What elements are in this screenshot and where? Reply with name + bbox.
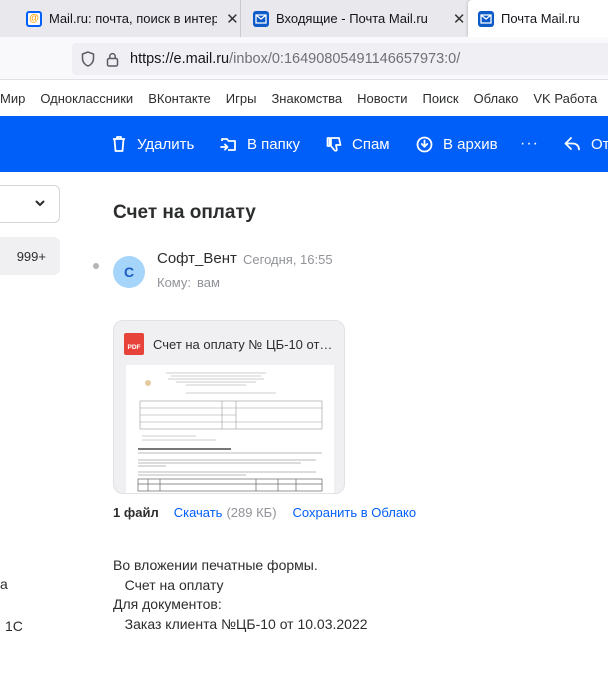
to-label: Кому:	[157, 275, 191, 290]
browser-tab-inbox[interactable]: Входящие - Почта Mail.ru ✕	[240, 0, 467, 37]
tab-title: Mail.ru: почта, поиск в интерне	[49, 11, 217, 26]
avatar[interactable]: С	[113, 256, 145, 288]
inbox-folder-item[interactable]: 999+	[0, 237, 60, 275]
lock-icon[interactable]	[104, 51, 120, 67]
portal-link-news[interactable]: Новости	[357, 91, 407, 106]
close-icon[interactable]: ✕	[451, 10, 467, 28]
folder-select[interactable]	[0, 185, 60, 223]
spam-label: Спам	[352, 135, 390, 153]
portal-link-games[interactable]: Игры	[226, 91, 257, 106]
more-button[interactable]: ···	[520, 116, 539, 172]
sidebar-fragment: 1С	[5, 618, 23, 634]
archive-label: В архив	[443, 135, 498, 153]
url-path: /inbox/0:16490805491146657973:0/	[229, 51, 461, 67]
trash-icon	[113, 136, 125, 152]
letter-date: Сегодня, 16:55	[243, 252, 333, 267]
portal-link-vk-work[interactable]: VK Работа	[533, 91, 597, 106]
portal-link-cloud[interactable]: Облако	[474, 91, 519, 106]
move-label: В папку	[247, 135, 300, 153]
browser-nav-bar: https://e.mail.ru/inbox/0:16490805491146…	[0, 37, 608, 80]
portal-link-vk[interactable]: ВКонтакте	[148, 91, 211, 106]
mail-envelope-icon	[478, 10, 494, 27]
unread-counter: 999+	[16, 248, 46, 264]
chevron-down-icon	[35, 200, 45, 206]
archive-icon	[416, 136, 433, 152]
archive-button[interactable]: В архив	[416, 116, 498, 172]
spam-button[interactable]: Спам	[326, 116, 390, 172]
browser-tab-strip: @ Mail.ru: почта, поиск в интерне ✕ Вход…	[0, 0, 608, 37]
reply-label: От	[591, 135, 608, 153]
recipient-line: Кому: вам	[157, 275, 220, 290]
portal-links-bar: Мир Одноклассники ВКонтакте Игры Знакомс…	[0, 80, 608, 116]
attachment-size: (289 КБ)	[226, 505, 277, 520]
address-bar[interactable]: https://e.mail.ru/inbox/0:16490805491146…	[72, 43, 608, 75]
portal-link-ok[interactable]: Одноклассники	[40, 91, 133, 106]
portal-link-mir[interactable]: Мир	[0, 91, 25, 106]
tab-title: Почта Mail.ru	[501, 11, 580, 26]
browser-tab-active-letter[interactable]: Почта Mail.ru	[468, 0, 608, 37]
tab-title: Входящие - Почта Mail.ru	[276, 11, 428, 26]
attachment-preview[interactable]	[126, 365, 334, 493]
reply-icon	[564, 137, 580, 151]
delete-button[interactable]: Удалить	[111, 116, 194, 172]
url-host: https://e.mail.ru	[130, 51, 230, 67]
sidebar-fragment: а	[0, 576, 8, 592]
portal-link-dating[interactable]: Знакомства	[271, 91, 342, 106]
letter-body: Во вложении печатные формы. Счет на опла…	[113, 557, 368, 632]
letter-toolbar: Удалить В папку Спам В архив ··· От	[0, 116, 608, 172]
attachment-count: 1 файл	[113, 505, 159, 520]
letter-subject: Счет на оплату	[113, 202, 256, 223]
portal-link-search[interactable]: Поиск	[422, 91, 458, 106]
attachment-name: Счет на оплату № ЦБ-10 от 10.03.2022.pdf	[153, 336, 336, 352]
attachment-card[interactable]: PDF Счет на оплату № ЦБ-10 от 10.03.2022…	[113, 320, 345, 494]
reply-button[interactable]: От	[564, 116, 608, 172]
invoice-thumbnail	[137, 372, 323, 492]
folder-move-icon	[220, 137, 236, 151]
attachment-header: PDF Счет на оплату № ЦБ-10 от 10.03.2022…	[124, 333, 336, 355]
recipient[interactable]: вам	[197, 275, 220, 290]
unread-status-dot[interactable]	[93, 263, 99, 269]
download-link[interactable]: Скачать	[174, 505, 223, 520]
tracking-shield-icon[interactable]	[80, 51, 96, 67]
sender-name[interactable]: Софт_Вент	[157, 250, 237, 267]
more-icon: ···	[520, 135, 539, 152]
attachment-meta: 1 файл Скачать (289 КБ) Сохранить в Обла…	[113, 505, 416, 520]
mail-envelope-icon	[253, 10, 269, 27]
save-to-cloud-link[interactable]: Сохранить в Облако	[293, 505, 417, 520]
mailru-at-icon: @	[26, 10, 42, 27]
thumbs-down-icon	[326, 136, 342, 152]
browser-tab-mailru-home[interactable]: @ Mail.ru: почта, поиск в интерне ✕	[0, 0, 240, 37]
delete-label: Удалить	[137, 135, 195, 153]
pdf-file-icon: PDF	[124, 333, 144, 355]
close-icon[interactable]: ✕	[225, 10, 240, 28]
move-to-folder-button[interactable]: В папку	[220, 116, 300, 172]
